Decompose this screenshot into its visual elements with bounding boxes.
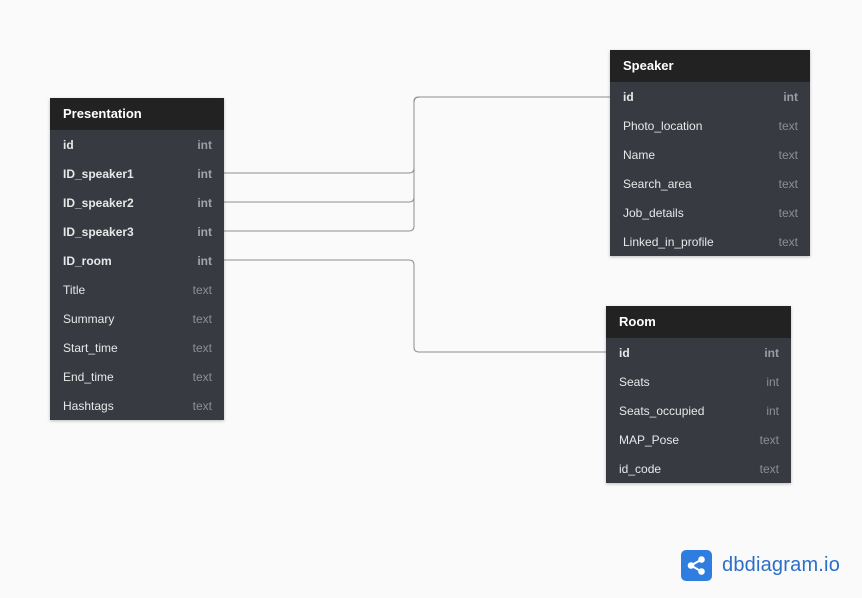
table-header-presentation[interactable]: Presentation [50, 98, 224, 130]
field-name: id [619, 345, 630, 360]
field-name: Job_details [623, 205, 684, 220]
field-name: id [623, 89, 634, 104]
brand-name: dbdiagram.io [722, 554, 841, 576]
field-name: Seats_occupied [619, 403, 705, 418]
field-row-seats[interactable]: Seats int [606, 367, 791, 396]
field-row-id-code[interactable]: id_code text [606, 454, 791, 483]
field-type: int [197, 195, 212, 210]
field-row-map-pose[interactable]: MAP_Pose text [606, 425, 791, 454]
field-type: text [759, 432, 779, 447]
field-row-id-room[interactable]: ID_room int [50, 246, 224, 275]
field-name: Seats [619, 374, 650, 389]
table-fields-speaker: id int Photo_location text Name text Sea… [610, 82, 810, 256]
field-row-id-speaker3[interactable]: ID_speaker3 int [50, 217, 224, 246]
field-name: End_time [63, 369, 114, 384]
field-type: text [192, 369, 212, 384]
field-type: text [778, 118, 798, 133]
field-type: text [778, 147, 798, 162]
relation-speaker3-to-speaker-id[interactable] [224, 96, 610, 232]
field-row-hashtags[interactable]: Hashtags text [50, 391, 224, 420]
brand-link[interactable]: dbdiagram.io [681, 550, 840, 581]
field-type: text [192, 398, 212, 413]
table-header-room[interactable]: Room [606, 306, 791, 338]
field-row-id-speaker2[interactable]: ID_speaker2 int [50, 188, 224, 217]
field-row-id-speaker1[interactable]: ID_speaker1 int [50, 159, 224, 188]
field-name: Hashtags [63, 398, 114, 413]
field-name: Name [623, 147, 656, 162]
field-type: int [766, 374, 779, 389]
field-type: text [778, 234, 798, 249]
table-header-speaker[interactable]: Speaker [610, 50, 810, 82]
field-row-id[interactable]: id int [50, 130, 224, 159]
relation-room-to-room-id[interactable] [224, 259, 606, 353]
field-type: text [778, 176, 798, 191]
field-name: Search_area [623, 176, 692, 191]
field-type: text [192, 282, 212, 297]
field-row-start-time[interactable]: Start_time text [50, 333, 224, 362]
field-type: int [764, 345, 779, 360]
field-type: text [778, 205, 798, 220]
field-type: text [192, 340, 212, 355]
field-name: Title [63, 282, 86, 297]
field-name: Linked_in_profile [623, 234, 714, 249]
field-type: int [783, 89, 798, 104]
field-name: id_code [619, 461, 662, 476]
field-row-end-time[interactable]: End_time text [50, 362, 224, 391]
field-row-summary[interactable]: Summary text [50, 304, 224, 333]
field-name: ID_speaker2 [63, 195, 134, 210]
field-row-id[interactable]: id int [606, 338, 791, 367]
relation-speaker2-to-speaker-id[interactable] [224, 96, 610, 203]
table-speaker[interactable]: Speaker id int Photo_location text Name … [610, 50, 810, 256]
field-name: Photo_location [623, 118, 703, 133]
field-type: int [197, 224, 212, 239]
field-row-search-area[interactable]: Search_area text [610, 169, 810, 198]
field-row-name[interactable]: Name text [610, 140, 810, 169]
field-row-job-details[interactable]: Job_details text [610, 198, 810, 227]
field-row-id[interactable]: id int [610, 82, 810, 111]
field-name: ID_speaker3 [63, 224, 134, 239]
field-name: ID_speaker1 [63, 166, 134, 181]
table-fields-presentation: id int ID_speaker1 int ID_speaker2 int I… [50, 130, 224, 420]
field-type: int [766, 403, 779, 418]
field-type: text [759, 461, 779, 476]
field-row-photo-location[interactable]: Photo_location text [610, 111, 810, 140]
field-type: int [197, 166, 212, 181]
relation-speaker1-to-speaker-id[interactable] [224, 96, 610, 174]
field-name: Start_time [63, 340, 118, 355]
field-row-seats-occupied[interactable]: Seats_occupied int [606, 396, 791, 425]
share-nodes-icon [681, 550, 712, 581]
field-name: ID_room [63, 253, 112, 268]
table-room[interactable]: Room id int Seats int Seats_occupied int… [606, 306, 791, 483]
field-name: MAP_Pose [619, 432, 680, 447]
table-fields-room: id int Seats int Seats_occupied int MAP_… [606, 338, 791, 483]
field-type: int [197, 137, 212, 152]
field-row-title[interactable]: Title text [50, 275, 224, 304]
field-row-linked-in-profile[interactable]: Linked_in_profile text [610, 227, 810, 256]
field-name: Summary [63, 311, 115, 326]
field-name: id [63, 137, 74, 152]
field-type: int [197, 253, 212, 268]
field-type: text [192, 311, 212, 326]
table-presentation[interactable]: Presentation id int ID_speaker1 int ID_s… [50, 98, 224, 420]
